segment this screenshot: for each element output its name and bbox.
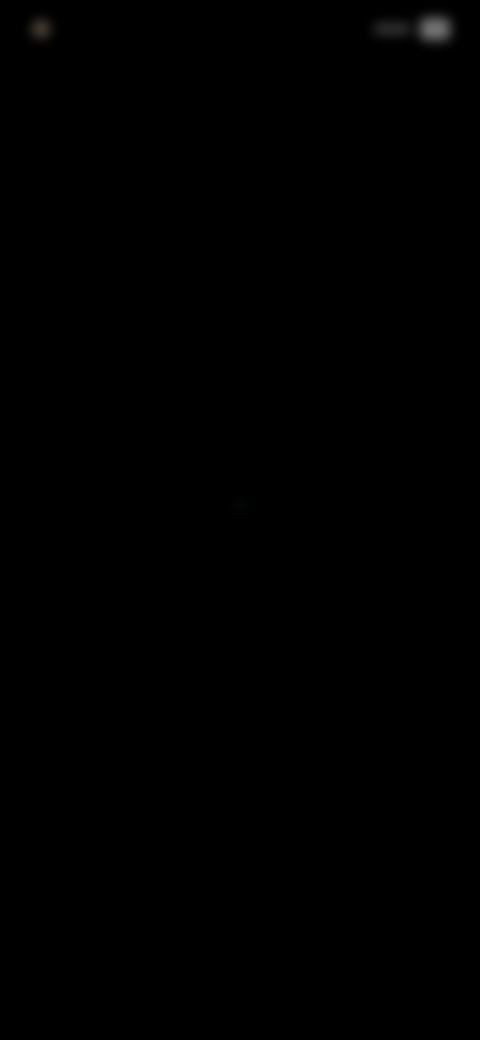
battery-icon: [420, 18, 450, 40]
empty-state-block: [120, 478, 360, 508]
empty-state-action-link[interactable]: [236, 504, 244, 508]
status-bar: [0, 0, 480, 60]
status-right-group: [374, 16, 450, 42]
empty-state-link-row: [120, 504, 360, 508]
notification-dot-icon: [32, 20, 50, 38]
signal-icon: [374, 24, 410, 34]
status-left-group: [32, 16, 58, 42]
app-screen: [0, 0, 480, 1040]
